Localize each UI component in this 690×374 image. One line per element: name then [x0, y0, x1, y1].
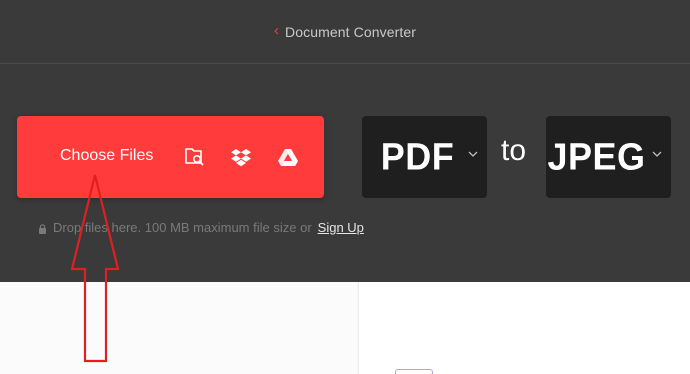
choose-files-button[interactable]: Choose Files [17, 116, 324, 198]
page: ‹ Document Converter Choose Files Drop f… [0, 0, 690, 374]
google-drive-icon[interactable] [275, 144, 301, 170]
dropbox-icon[interactable] [228, 144, 254, 170]
to-format-value: JPEG [547, 134, 646, 178]
to-format-select[interactable]: JPEG [546, 116, 671, 198]
from-format-value: PDF [380, 134, 455, 178]
folder-search-icon[interactable] [181, 144, 207, 170]
lock-icon [39, 223, 46, 234]
choose-files-label: Choose Files [60, 147, 154, 164]
page-title[interactable]: Document Converter [285, 24, 416, 40]
drop-hint: Drop files here. 100 MB maximum file siz… [38, 220, 364, 235]
to-label: to [501, 134, 527, 167]
panel-tab [395, 369, 433, 374]
content-panel-left [0, 282, 357, 374]
drop-hint-text: Drop files here. 100 MB maximum file siz… [53, 220, 312, 235]
from-format-select[interactable]: PDF [362, 116, 487, 198]
back-chevron-icon[interactable]: ‹ [274, 23, 279, 38]
chevron-down-icon [468, 151, 478, 157]
content-panel-right [358, 282, 690, 374]
chevron-down-icon [652, 151, 662, 157]
sign-up-link[interactable]: Sign Up [318, 220, 364, 235]
top-bar: ‹ Document Converter [0, 0, 690, 64]
